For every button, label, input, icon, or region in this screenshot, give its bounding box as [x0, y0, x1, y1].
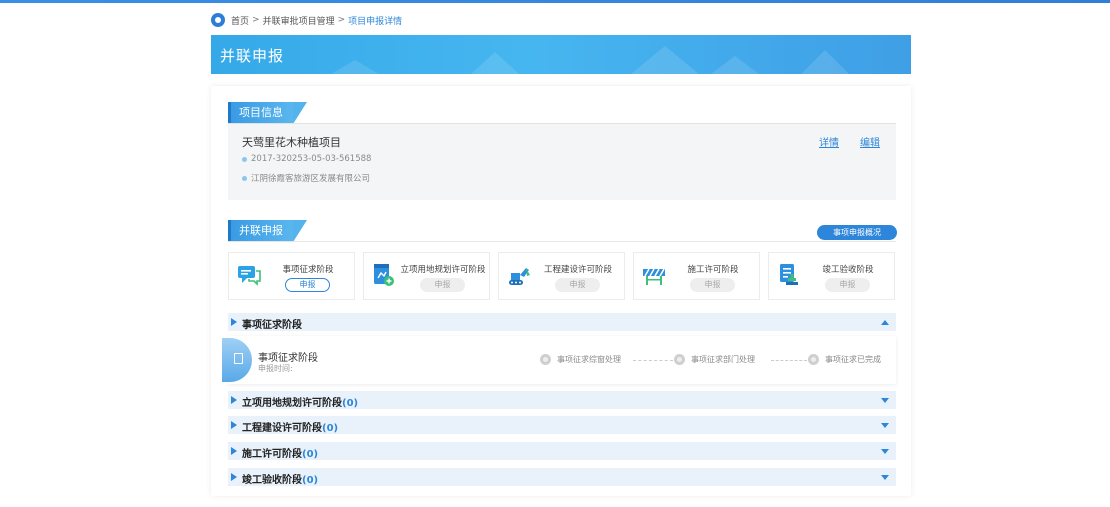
stage-card-acceptance[interactable]: 竣工验收阶段 申报 — [768, 252, 895, 300]
stage-apply-button[interactable]: 申报 — [285, 278, 330, 292]
project-name: 天莺里花木种植项目 — [242, 136, 341, 149]
section-tab-label: 并联申报 — [228, 220, 307, 242]
accordion-consultation[interactable]: 事项征求阶段 — [228, 313, 896, 331]
planning-permit-icon — [374, 264, 394, 286]
excavator-icon — [509, 268, 530, 285]
accordion-acceptance[interactable]: 竣工验收阶段(0) — [228, 468, 896, 486]
accordion-title: 立项用地规划许可阶段(0) — [242, 398, 359, 409]
project-code: 2017-320253-05-03-561588 — [251, 154, 372, 164]
step-circle-icon — [808, 354, 819, 365]
accordion-title: 事项征求阶段 — [242, 320, 302, 331]
top-accent-line — [0, 0, 1110, 3]
expand-arrow-icon — [231, 318, 237, 326]
stage-apply-button[interactable]: 申报 — [420, 278, 465, 292]
location-pin-icon — [211, 13, 225, 27]
stage-document-icon — [222, 338, 252, 382]
section-divider — [228, 241, 896, 242]
expand-caret-icon[interactable] — [881, 475, 889, 480]
stage-name: 施工许可阶段 — [687, 265, 739, 275]
stage-card-planning-permit[interactable]: 立项用地规划许可阶段 申报 — [363, 252, 490, 300]
progress-step-department: 事项征求部门处理 — [674, 354, 755, 365]
stage-apply-button[interactable]: 申报 — [825, 278, 870, 292]
stage-card-consultation[interactable]: 事项征求阶段 申报 — [228, 252, 355, 300]
accordion-title: 竣工验收阶段(0) — [242, 475, 319, 486]
project-company: 江阴徐霞客旅游区发展有限公司 — [251, 174, 371, 184]
section-tab-label: 项目信息 — [228, 102, 307, 124]
banner-decoration — [331, 60, 379, 74]
stage-name: 竣工验收阶段 — [822, 265, 874, 275]
expand-arrow-icon — [231, 421, 237, 429]
edit-link[interactable]: 编辑 — [860, 134, 880, 149]
collapse-caret-icon[interactable] — [881, 320, 889, 325]
page-title: 并联申报 — [220, 47, 285, 65]
accordion-planning-permit[interactable]: 立项用地规划许可阶段(0) — [228, 391, 896, 409]
breadcrumb-separator: > — [337, 15, 346, 25]
page-banner: 并联申报 — [211, 35, 911, 74]
breadcrumb-parallel-approval[interactable]: 并联审批项目管理 — [263, 14, 335, 27]
detail-apply-time: 申报时间: — [258, 364, 293, 373]
chat-icon — [238, 266, 261, 286]
breadcrumb: 首页 > 并联审批项目管理 > 项目申报详情 — [211, 11, 402, 29]
step-label: 事项征求部门处理 — [691, 355, 755, 364]
breadcrumb-current: 项目申报详情 — [348, 16, 403, 27]
project-company-line: 江阴徐霞客旅游区发展有限公司 — [242, 172, 370, 184]
barrier-icon — [643, 268, 665, 285]
stage-name: 工程建设许可阶段 — [543, 265, 612, 275]
step-connector — [633, 360, 673, 361]
accordion-construction-start[interactable]: 施工许可阶段(0) — [228, 442, 896, 460]
expand-caret-icon[interactable] — [881, 398, 889, 403]
section-tab-project-info: 项目信息 — [228, 102, 307, 124]
stage-name: 事项征求阶段 — [282, 265, 334, 275]
detail-link[interactable]: 详情 — [819, 134, 839, 149]
stage-apply-button[interactable]: 申报 — [690, 278, 735, 292]
step-label: 事项征求综窗处理 — [557, 355, 621, 364]
stage-apply-button[interactable]: 申报 — [555, 278, 600, 292]
section-tab-parallel-apply: 并联申报 — [228, 220, 307, 242]
banner-decoration — [711, 56, 759, 74]
stage-card-construction-start[interactable]: 施工许可阶段 申报 — [633, 252, 760, 300]
banner-decoration — [801, 50, 849, 74]
banner-decoration — [631, 46, 699, 74]
expand-arrow-icon — [231, 396, 237, 404]
expand-caret-icon[interactable] — [881, 423, 889, 428]
step-connector — [771, 360, 807, 361]
bullet-icon — [242, 156, 247, 162]
stage-name: 立项用地规划许可阶段 — [400, 265, 486, 275]
breadcrumb-home[interactable]: 首页 — [231, 14, 249, 27]
expand-caret-icon[interactable] — [881, 449, 889, 454]
acceptance-icon — [780, 264, 798, 285]
main-card: 项目信息 天莺里花木种植项目 2017-320253-05-03-561588 … — [211, 86, 911, 496]
step-circle-icon — [674, 354, 685, 365]
step-circle-icon — [540, 354, 551, 365]
stage-detail-panel: 事项征求阶段 申报时间: 事项征求综窗处理 事项征求部门处理 事项征求已完成 — [222, 336, 896, 384]
stage-card-construction-permit[interactable]: 工程建设许可阶段 申报 — [498, 252, 625, 300]
accordion-title: 施工许可阶段(0) — [242, 449, 319, 460]
expand-arrow-icon — [231, 473, 237, 481]
banner-decoration — [471, 52, 519, 74]
detail-stage-name: 事项征求阶段 — [258, 353, 318, 364]
accordion-title: 工程建设许可阶段(0) — [242, 423, 339, 434]
accordion-construction-permit[interactable]: 工程建设许可阶段(0) — [228, 416, 896, 434]
progress-step-complete: 事项征求已完成 — [808, 354, 881, 365]
expand-arrow-icon — [231, 447, 237, 455]
bullet-icon — [242, 175, 247, 181]
progress-step-window: 事项征求综窗处理 — [540, 354, 621, 365]
project-code-line: 2017-320253-05-03-561588 — [242, 154, 371, 164]
breadcrumb-separator: > — [252, 15, 260, 25]
project-info-box: 天莺里花木种植项目 2017-320253-05-03-561588 江阴徐霞客… — [228, 124, 896, 200]
overview-button[interactable]: 事项申报概况 — [817, 225, 897, 240]
step-label: 事项征求已完成 — [825, 355, 881, 364]
